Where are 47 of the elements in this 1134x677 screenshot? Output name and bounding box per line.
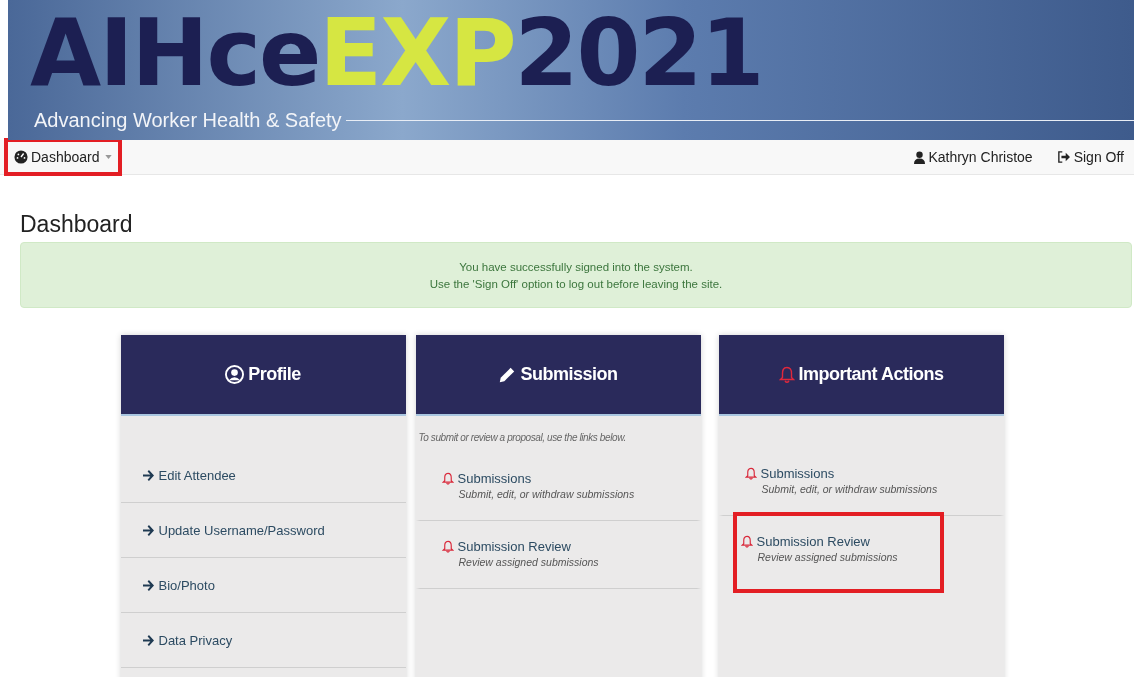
link-description: Review assigned submissions — [458, 556, 600, 568]
card-title: Submission — [520, 364, 618, 385]
card-link[interactable]: Update Username/Password — [120, 503, 406, 558]
sign-off-link[interactable]: Sign Off — [1050, 145, 1130, 169]
card-link[interactable]: Submissions Submit, edit, or withdraw submissions — [415, 449, 701, 521]
arrow-right-icon — [142, 634, 154, 646]
caret-icon — [104, 155, 112, 159]
bell-icon — [740, 535, 753, 548]
card-link[interactable]: Submissions Submit, edit, or withdraw submissions — [718, 444, 1004, 516]
dashboard-menu[interactable]: Dashboard — [4, 138, 122, 176]
user-icon — [914, 150, 926, 164]
bell-icon — [441, 540, 454, 553]
arrow-right-icon — [142, 579, 154, 591]
card-link[interactable]: Bio/Photo — [120, 558, 406, 613]
sign-out-icon — [1056, 151, 1071, 163]
card-title: Important Actions — [798, 364, 944, 385]
arrow-right-icon — [142, 469, 154, 481]
link-label: Update Username/Password — [158, 522, 325, 538]
pencil-icon — [498, 365, 517, 384]
card-link[interactable]: Submission Review Review assigned submissions — [415, 517, 701, 589]
link-label: Submission Review — [756, 534, 870, 549]
user-link[interactable]: Kathryn Christoe — [908, 145, 1039, 169]
user-circle-icon — [225, 365, 245, 384]
page-title: Dashboard — [20, 211, 134, 238]
link-description: Submit, edit, or withdraw submissions — [761, 483, 939, 495]
link-label: Edit Attendee — [158, 467, 236, 483]
link-label: Bio/Photo — [158, 577, 215, 593]
link-label: Data Privacy — [158, 632, 233, 648]
gauge-icon — [14, 150, 28, 164]
alert-text: You have successfully signed into the system. — [458, 260, 694, 275]
logo: AIHceEXP2021 — [30, 8, 763, 100]
card-title: Profile — [248, 364, 301, 385]
bell-icon — [441, 472, 454, 485]
alert-text: Use the 'Sign Off' option to log out before leaving the site. — [428, 277, 724, 292]
link-label: Submissions — [760, 466, 835, 481]
link-description: Review assigned submissions — [757, 551, 899, 563]
link-description: Submit, edit, or withdraw submissions — [458, 488, 636, 500]
arrow-right-icon — [142, 524, 154, 536]
bell-icon — [778, 365, 795, 384]
link-label: Submission Review — [457, 539, 571, 554]
card-link[interactable]: Data Privacy — [120, 613, 406, 668]
tagline: Advancing Worker Health & Safety — [34, 109, 342, 132]
card-link[interactable]: Submission Review Review assigned submissions — [732, 512, 944, 593]
card-link[interactable]: Edit Attendee — [120, 448, 406, 503]
intro-text: To submit or review a proposal, use the links below. — [418, 432, 627, 443]
link-label: Submissions — [457, 471, 532, 486]
bell-icon — [744, 467, 757, 480]
